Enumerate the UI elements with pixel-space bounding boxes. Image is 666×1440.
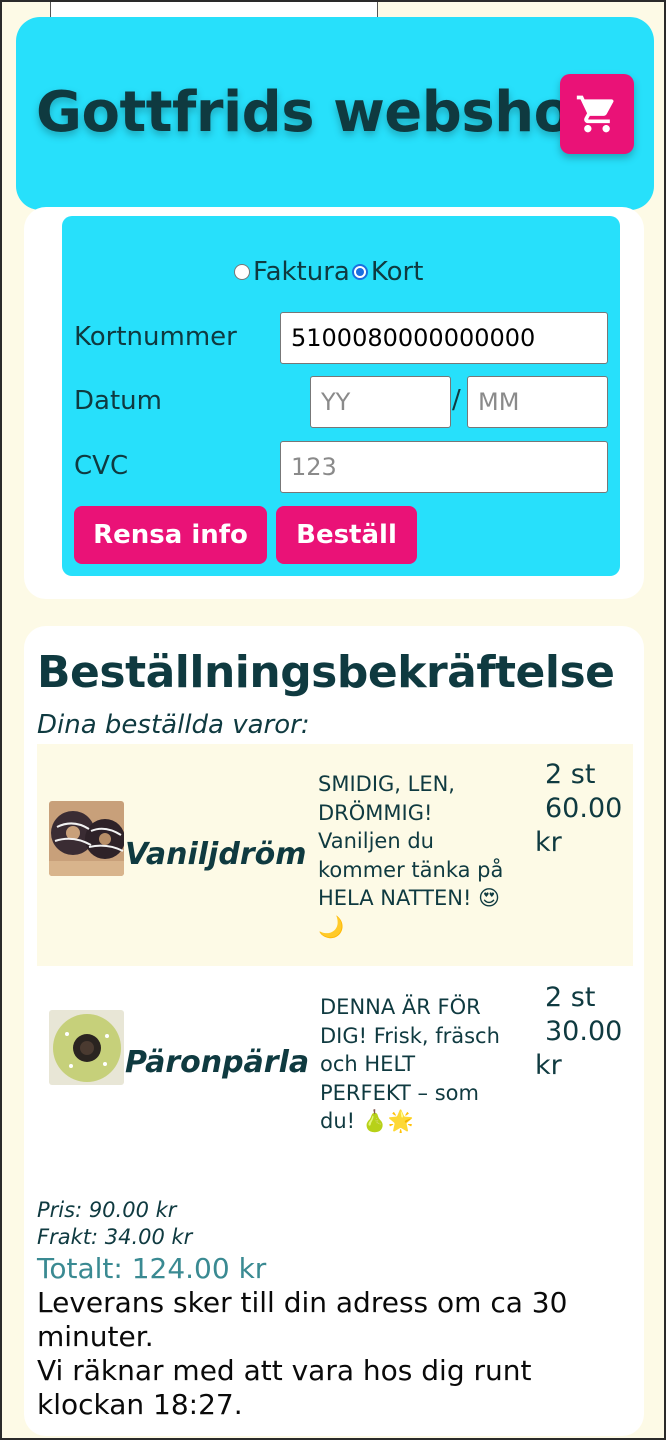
item-quantity-price: 2 st 30.00 kr (535, 981, 622, 1083)
payment-method-group: Faktura Kort (234, 257, 423, 287)
item-price: 30.00 (545, 1016, 623, 1047)
ordered-items-subtitle: Dina beställda varor: (37, 710, 310, 740)
item-description: SMIDIG, LEN, DRÖMMIG! Vaniljen du kommer… (318, 772, 504, 939)
total-line: Totalt: 124.00 kr (37, 1252, 267, 1285)
item-price: 60.00 (545, 793, 623, 824)
item-description: DENNA ÄR FÖR DIG! Frisk, fräsch och HELT… (320, 995, 500, 1133)
date-year-input[interactable] (310, 376, 451, 428)
order-button[interactable]: Beställ (276, 506, 417, 564)
item-currency: kr (535, 827, 562, 858)
item-qty: 2 st (545, 982, 596, 1013)
shopping-cart-icon (576, 95, 614, 133)
date-month-input[interactable] (467, 376, 608, 428)
order-item: Vaniljdröm SMIDIG, LEN, DRÖMMIG! Vanilje… (37, 744, 633, 966)
delivery-time-line: Leverans sker till din adress om ca 30 m… (37, 1286, 568, 1353)
card-number-label: Kortnummer (74, 322, 237, 352)
shipping-line: Frakt: 34.00 kr (37, 1225, 193, 1249)
price-line: Pris: 90.00 kr (37, 1198, 177, 1222)
item-quantity-price: 2 st 60.00 kr (535, 758, 622, 860)
kort-label[interactable]: Kort (371, 257, 424, 287)
cvc-label: CVC (74, 451, 129, 481)
site-title: Gottfrids webshop (36, 80, 612, 145)
item-name: Päronpärla (125, 1045, 310, 1080)
delivery-clock-line: Vi räknar med att vara hos dig runt kloc… (37, 1354, 532, 1421)
kort-radio[interactable] (351, 264, 368, 280)
item-name: Vaniljdröm (125, 837, 307, 872)
date-label: Datum (74, 386, 162, 416)
cart-button[interactable] (560, 74, 634, 154)
date-separator: / (452, 385, 461, 415)
top-strip (50, 2, 378, 18)
item-qty: 2 st (545, 759, 596, 790)
item-currency: kr (535, 1050, 562, 1081)
delivery-info: Leverans sker till din adress om ca 30 m… (37, 1286, 627, 1422)
cvc-input[interactable] (280, 441, 608, 493)
clear-info-button[interactable]: Rensa info (74, 506, 267, 564)
vaniljdrom-image (49, 801, 124, 876)
order-item: Päronpärla DENNA ÄR FÖR DIG! Frisk, fräs… (37, 968, 633, 1190)
confirmation-title: Beställningsbekräftelse (37, 647, 615, 698)
faktura-label[interactable]: Faktura (253, 257, 350, 287)
faktura-radio[interactable] (234, 264, 250, 280)
card-number-input[interactable] (280, 312, 608, 364)
paronparla-image (49, 1010, 124, 1085)
